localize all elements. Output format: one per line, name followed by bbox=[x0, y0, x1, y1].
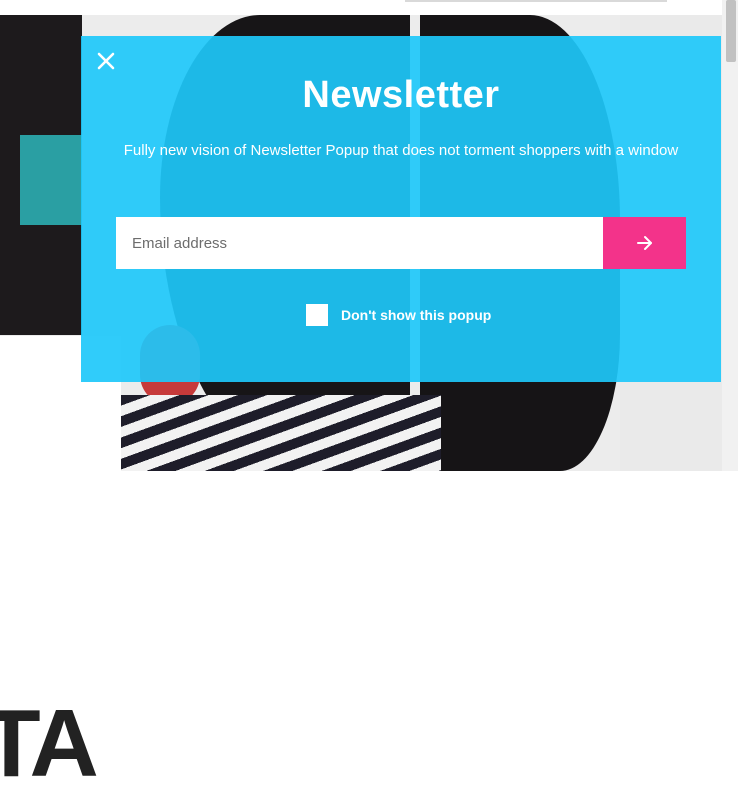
hero-stripes bbox=[121, 395, 441, 471]
page-top-bar bbox=[0, 0, 722, 15]
dont-show-toggle[interactable]: Don't show this popup bbox=[306, 304, 491, 326]
scrollbar-thumb[interactable] bbox=[726, 0, 736, 62]
email-field[interactable] bbox=[116, 217, 603, 269]
popup-title: Newsletter bbox=[302, 74, 500, 116]
subscribe-button[interactable] bbox=[603, 217, 686, 269]
popup-subtitle: Fully new vision of Newsletter Popup tha… bbox=[123, 142, 679, 159]
newsletter-form bbox=[116, 217, 686, 269]
close-icon[interactable] bbox=[95, 50, 117, 72]
arrow-right-icon bbox=[636, 236, 652, 250]
top-bar-divider bbox=[405, 0, 667, 2]
close-icon-graphic bbox=[97, 52, 115, 70]
hero-heading: TA bbox=[0, 690, 99, 797]
hero-shape bbox=[20, 135, 82, 225]
dont-show-label: Don't show this popup bbox=[341, 307, 492, 323]
dont-show-checkbox[interactable] bbox=[306, 304, 328, 326]
newsletter-popup: Newsletter Fully new vision of Newslette… bbox=[81, 36, 721, 382]
page-scrollbar[interactable] bbox=[722, 0, 738, 471]
